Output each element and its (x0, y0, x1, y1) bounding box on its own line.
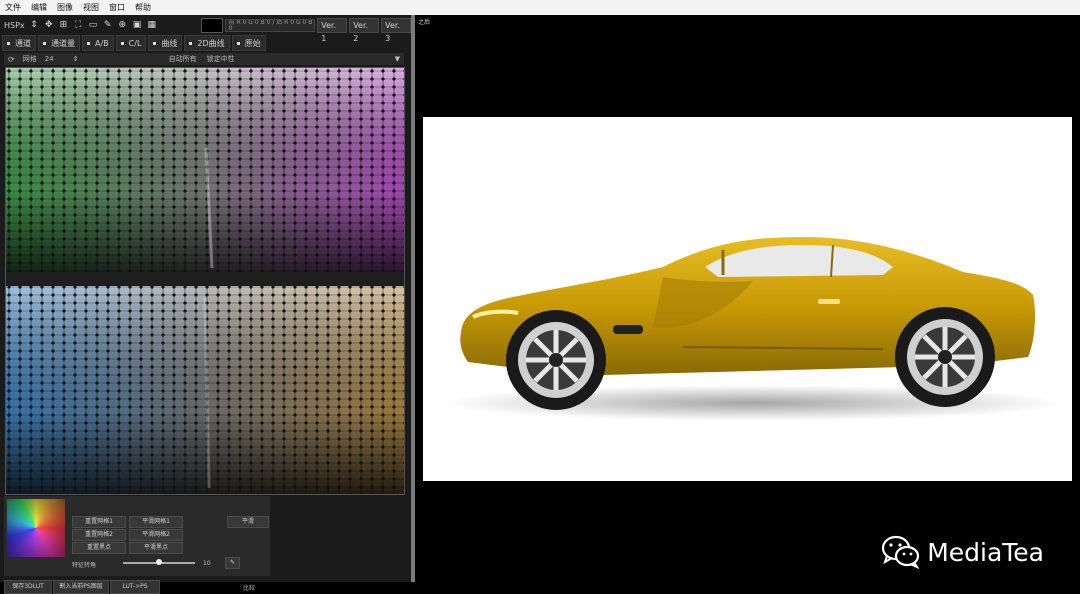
bullet-icon (87, 41, 90, 45)
tab-label: 原始 (244, 38, 261, 48)
top-grid[interactable] (6, 68, 404, 272)
menu-bar: 文件 编辑 图像 视图 窗口 帮助 (0, 0, 1080, 16)
tab-label: 曲线 (161, 38, 178, 48)
preview-panel: 之后 MediaTea (415, 15, 1080, 582)
car-photo (423, 117, 1072, 481)
slider-label: 特征转角 (72, 562, 97, 569)
tab-label: 通道 (15, 38, 31, 48)
rgb-readout: 前 R 0 G 0 B 0 / 后 R 0 G 0 B 0 (224, 18, 316, 32)
preview-label: 之后 (418, 19, 431, 26)
rectangle-icon[interactable]: ▭ (88, 20, 99, 30)
color-grid-editor[interactable] (5, 67, 405, 495)
transform-icon[interactable]: ⊞ (58, 20, 69, 30)
slider-value: 10 (203, 560, 211, 567)
version-3-button[interactable]: Ver. 3 (381, 17, 412, 43)
menu-edit[interactable]: 编辑 (26, 0, 52, 15)
top-toolbar: HSPx ⇕ ✥ ⊞ ⛶ ▭ ✎ ⊕ ▣ ▦ 前 R 0 G 0 B 0 / 后… (0, 16, 412, 43)
bullet-icon (236, 41, 240, 45)
tab-label: 2D曲线 (197, 38, 225, 48)
car-image (443, 237, 1063, 421)
grid-size-input[interactable]: 24 (45, 55, 71, 63)
lut-to-ps-button[interactable]: LUT->PS (110, 580, 160, 594)
save-3dlut-button[interactable]: 保存3DLUT (4, 580, 52, 594)
grid-controls: ⟳ 网格 24 ⇕ 自动所有 锁定中性 ▼ (4, 53, 404, 65)
front-wheel (506, 310, 606, 410)
import-ps-layer-button[interactable]: 割入当前PS图层 (53, 580, 109, 594)
grid-icon[interactable]: ▦ (146, 20, 157, 30)
left-panel: HSPx ⇕ ✥ ⊞ ⛶ ▭ ✎ ⊕ ▣ ▦ 前 R 0 G 0 B 0 / 后… (0, 15, 412, 594)
refresh-icon[interactable]: ⟳ (8, 55, 15, 64)
brand-text: MediaTea (927, 537, 1044, 567)
watermark: MediaTea (881, 535, 1044, 569)
reset-black-button[interactable]: 重置黑点 (72, 542, 126, 554)
lock-neutral-button[interactable]: 锁定中性 (207, 54, 235, 64)
frame-icon[interactable]: ▣ (132, 20, 143, 30)
reset-grid1-button[interactable]: 重置网格1 (72, 516, 126, 528)
compare-toggle[interactable]: 比较 (243, 583, 255, 592)
tab-label: 通道量 (51, 38, 75, 48)
grid-label: 网格 (22, 55, 37, 63)
tab-label: A/B (95, 38, 109, 48)
auto-all-button[interactable]: 自动所有 (169, 54, 197, 64)
rear-wheel (895, 307, 995, 407)
menu-file[interactable]: 文件 (0, 0, 26, 15)
smooth-black-button[interactable]: 平滑黑点 (129, 542, 183, 554)
menu-view[interactable]: 视图 (78, 0, 104, 15)
mode-tabs: 通道 通道量 A/B C/L 曲线 2D曲线 原始 (0, 35, 411, 51)
color-swatch[interactable] (201, 17, 223, 33)
zoom-icon[interactable]: ⊕ (117, 20, 128, 30)
color-wheel[interactable] (7, 499, 65, 557)
version-1-button[interactable]: Ver. 1 (317, 17, 348, 43)
color-grid-canvas[interactable] (6, 68, 404, 494)
tab-label: C/L (128, 38, 142, 48)
bullet-icon (7, 41, 10, 45)
menu-help[interactable]: 帮助 (130, 0, 156, 15)
menu-window[interactable]: 窗口 (104, 0, 130, 15)
tab-channel-amount[interactable]: 通道量 (38, 35, 80, 51)
bullet-icon (120, 41, 124, 45)
fit-icon[interactable]: ⛶ (73, 20, 84, 30)
eyedropper-icon[interactable]: ✎ (102, 20, 113, 30)
smooth-grid2-button[interactable]: 平滑网格2 (129, 529, 183, 541)
adjust-panel: 重置网格1 重置网格2 重置黑点 平滑网格1 平滑网格2 平滑黑点 平滑 特征转… (4, 496, 270, 576)
tab-cl[interactable]: C/L (115, 35, 147, 51)
bullet-icon (43, 41, 46, 45)
menu-image[interactable]: 图像 (52, 0, 78, 15)
tab-original[interactable]: 原始 (231, 35, 266, 51)
angle-slider-knob[interactable] (156, 559, 162, 565)
tab-ab[interactable]: A/B (82, 35, 114, 51)
spinner-icon[interactable]: ⇕ (29, 20, 40, 30)
color-mode-select[interactable]: HSPx (4, 21, 25, 30)
tab-2d-curves[interactable]: 2D曲线 (184, 35, 230, 51)
chevron-down-icon[interactable]: ▼ (395, 55, 400, 63)
bullet-icon (189, 41, 193, 45)
move-icon[interactable]: ✥ (43, 20, 54, 30)
smooth-grid1-button[interactable]: 平滑网格1 (129, 516, 183, 528)
eyedropper-icon[interactable]: ✎ (225, 557, 240, 569)
tab-channel[interactable]: 通道 (2, 35, 36, 51)
version-2-button[interactable]: Ver. 2 (349, 17, 380, 43)
spinner-icon[interactable]: ⇕ (73, 55, 79, 63)
reset-grid2-button[interactable]: 重置网格2 (72, 529, 126, 541)
bullet-icon (153, 41, 157, 45)
tab-curves[interactable]: 曲线 (148, 35, 183, 51)
wechat-icon (882, 535, 920, 569)
flat-button[interactable]: 平滑 (227, 516, 269, 528)
